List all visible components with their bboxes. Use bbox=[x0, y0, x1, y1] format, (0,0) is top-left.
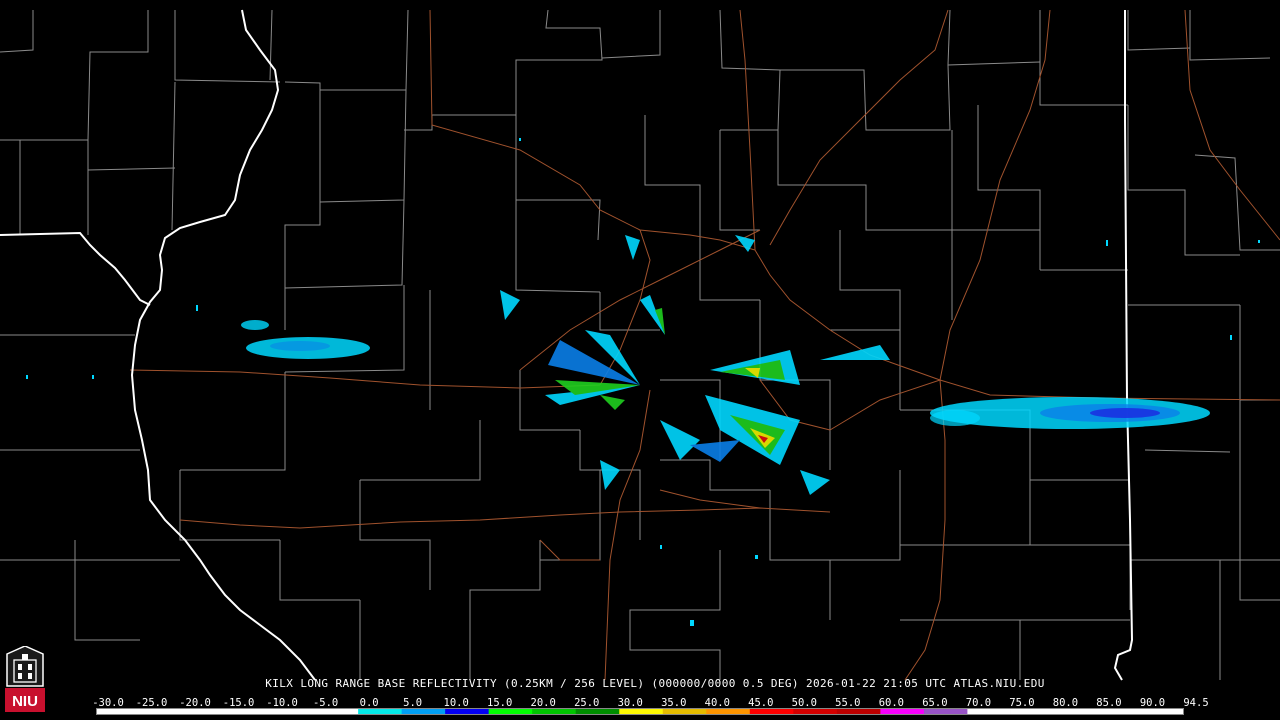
colorbar-segment bbox=[358, 709, 403, 714]
colorbar-segment bbox=[314, 709, 359, 714]
colorbar-segment bbox=[271, 709, 316, 714]
colorbar-segment bbox=[967, 709, 1012, 714]
colorbar-tick-label: 94.5 bbox=[1183, 697, 1209, 709]
product-caption-text: KILX LONG RANGE BASE REFLECTIVITY (0.25K… bbox=[265, 677, 1045, 690]
colorbar-segment bbox=[488, 709, 533, 714]
colorbar-segment bbox=[184, 709, 229, 714]
product-caption: KILX LONG RANGE BASE REFLECTIVITY (0.25K… bbox=[0, 677, 1280, 690]
colorbar-segment bbox=[793, 709, 838, 714]
colorbar-segment bbox=[619, 709, 664, 714]
colorbar-segment bbox=[880, 709, 925, 714]
colorbar-tick-labels: -30.0 -25.0 -20.0 -15.0 -10.0 -5.0 0.0 5.0 10.0 1… bbox=[0, 697, 1280, 709]
colorbar-segment bbox=[1054, 709, 1099, 714]
colorbar-segment bbox=[706, 709, 751, 714]
colorbar-segment bbox=[445, 709, 490, 714]
colorbar-segment bbox=[1097, 709, 1142, 714]
colorbar-segment bbox=[140, 709, 185, 714]
map-background bbox=[0, 0, 1280, 720]
colorbar-segment bbox=[575, 709, 620, 714]
colorbar-segment bbox=[401, 709, 446, 714]
colorbar-segment bbox=[97, 709, 142, 714]
colorbar-segment bbox=[532, 709, 577, 714]
colorbar-segment bbox=[1141, 709, 1183, 714]
colorbar-segment bbox=[836, 709, 881, 714]
colorbar-segment bbox=[1010, 709, 1055, 714]
colorbar-segment bbox=[923, 709, 968, 714]
colorbar-segment bbox=[749, 709, 794, 714]
colorbar-legend bbox=[96, 708, 1184, 715]
colorbar-segment bbox=[227, 709, 272, 714]
radar-map bbox=[0, 0, 1280, 720]
colorbar-segment bbox=[662, 709, 707, 714]
